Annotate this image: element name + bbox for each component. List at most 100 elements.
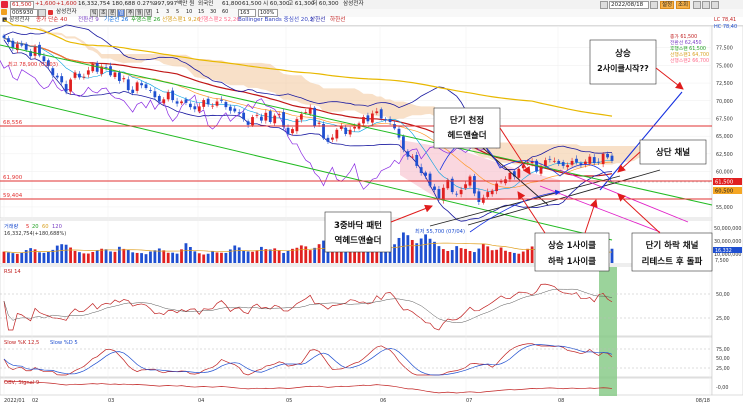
volume-bar [393,244,396,263]
candle-body [326,137,330,142]
candle-body [433,186,436,190]
candle-body [144,84,148,89]
candle-body [60,76,64,83]
candle-body [428,173,432,186]
y-tick-label: 70,000 [716,99,733,105]
volume-bar [162,250,166,263]
volume-bar [402,232,405,263]
volume-info: 16,332,754(+180,688%) [4,231,66,237]
candle-body [490,190,494,195]
volume-bar [166,252,170,263]
candle-body [464,184,467,189]
volume-bar [304,246,308,263]
rsi-y-1: 50,00 [716,292,730,298]
candle-body [291,129,294,134]
candle-body [184,99,188,103]
volume-bar [73,250,77,263]
candle-body [166,92,170,100]
candle-body [69,79,72,92]
y-tick-label: 75,000 [716,63,733,69]
candle-body [135,82,139,91]
volume-bar [91,251,95,263]
volume-bar [153,250,157,263]
candle-body [175,101,179,104]
volume-bar [2,251,6,263]
annotation-rise: 상승 [615,48,631,59]
candle-body [557,160,561,164]
candle-body [180,101,183,104]
candle-body [402,136,405,150]
volume-bar [46,251,50,263]
volume-bar [477,248,481,263]
candle-body [268,111,272,122]
rsi-title: RSI 14 [4,269,21,275]
annotation-rise-cycle: 상승 1사이클 [548,240,596,251]
volume-bar [322,240,325,263]
x-tick-label: 08/18 [696,398,710,404]
volume-bar [260,246,263,263]
stoch-y-2: 50,00 [716,356,730,362]
candle-body [242,112,246,120]
volume-bar [237,247,241,263]
candle-body [2,35,6,38]
y-tick-label: 77,500 [716,46,733,52]
volume-bar [299,245,303,263]
volume-bar [610,248,614,263]
volume-bar [499,247,503,263]
volume-bar [246,251,250,263]
annotation-cycle2-start: 상승 2사이클시작?? [589,39,657,85]
volume-bar [131,252,135,263]
candle-body [193,106,197,110]
volume-bar [7,252,10,263]
candle-body [295,119,299,132]
volume-bar [188,246,192,263]
candle-body [126,79,130,91]
right-value-close: 종가 61,500 [670,33,697,40]
candle-body [495,183,499,192]
right-value-conversion: 전환선 62,450 [670,39,702,46]
candle-body [499,181,503,183]
volume-bar [242,250,246,263]
volume-bar [206,253,210,263]
annotation-down-channel-label: 단기 하락 채널 [646,240,699,251]
annotation-head-shoulders: 단기 천정 헤드앤숄더 [433,107,501,149]
volume-bar [308,250,312,263]
candle-body [588,156,592,164]
volume-bar [277,250,281,263]
candle-body [51,68,55,76]
volume-bar [508,251,512,263]
candle-body [575,158,578,163]
candle-body [153,91,157,98]
volume-bar [286,250,290,263]
volume-bar [433,241,436,263]
candle-body [255,114,259,116]
annotation-fall-cycle: 하락 1사이클 [548,256,596,267]
volume-bar [20,252,24,263]
price-chart[interactable]: 68,556 61,900 59,404 최고 78,900 (01/03) 최… [0,0,743,404]
volume-bar [473,252,476,263]
candle-body [246,121,250,125]
candle-body [251,117,254,126]
right-value-lead1: 선행스팬1 64,700 [670,51,709,58]
high-label: 최고 78,900 (01/03) [8,60,58,68]
candle-body [224,102,228,108]
volume-bar [224,252,228,263]
volume-bar [193,251,197,263]
stoch-y-3: 25,00 [716,366,730,372]
volume-bar [419,238,423,263]
rsi-y-2: 25,00 [716,316,730,322]
candle-body [162,99,166,104]
volume-bar [255,250,259,263]
volume-bar [455,246,459,263]
candle-body [220,99,223,101]
volume-y-2: 30,000,000 [714,239,741,245]
volume-bar [197,253,201,263]
volume-bar [521,251,525,263]
volume-bar [268,249,272,263]
volume-title: 거래량 [4,222,19,230]
volume-bar [184,243,188,263]
volume-tag-value: 16,332 [715,248,732,254]
candle-body [113,72,117,77]
x-tick-label: 04 [198,398,204,404]
candle-body [570,160,574,165]
